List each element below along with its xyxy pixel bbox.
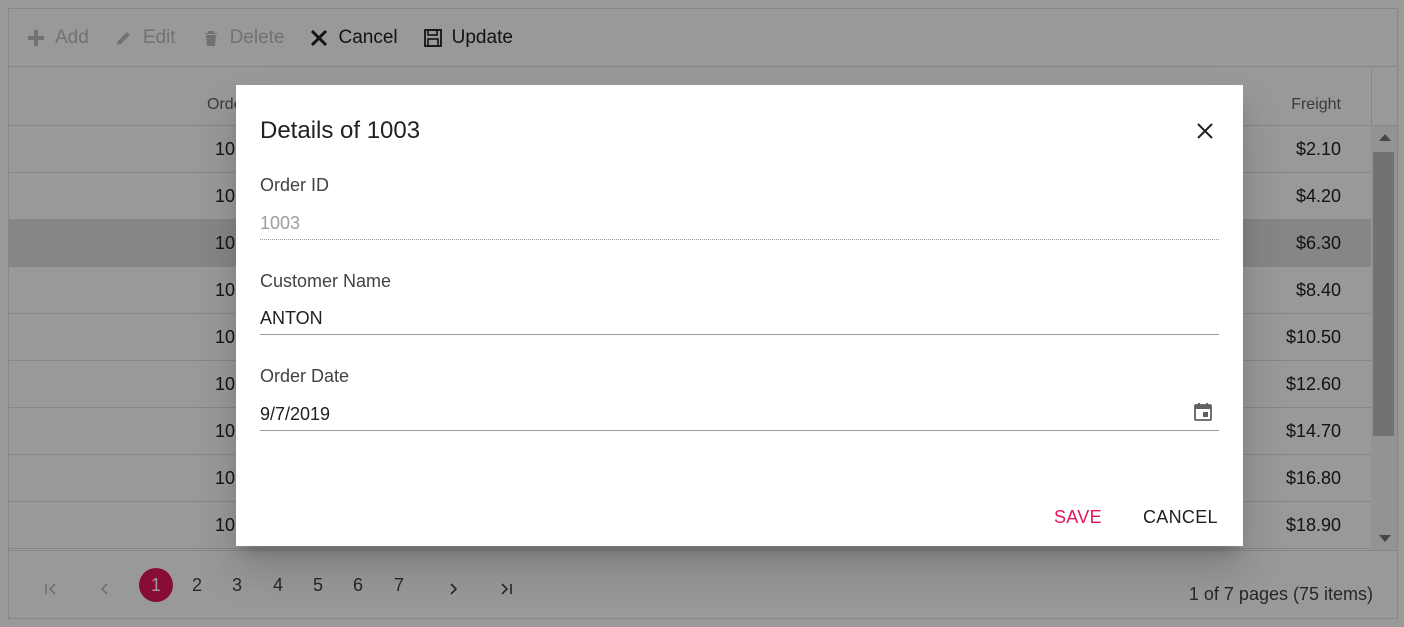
order-date-label: Order Date bbox=[260, 366, 350, 386]
order-id-field[interactable] bbox=[260, 208, 1219, 240]
edit-dialog: Details of 1003 Order ID Customer Name O… bbox=[236, 85, 1243, 546]
calendar-icon[interactable] bbox=[1191, 400, 1215, 424]
customer-name-label: Customer Name bbox=[260, 271, 392, 291]
close-icon[interactable] bbox=[1193, 119, 1217, 143]
order-id-label: Order ID bbox=[260, 175, 330, 195]
dialog-title: Details of 1003 bbox=[260, 117, 421, 144]
customer-name-field[interactable] bbox=[260, 303, 1219, 335]
save-button[interactable]: SAVE bbox=[1054, 507, 1102, 528]
order-date-field[interactable] bbox=[260, 399, 1219, 431]
cancel-button[interactable]: CANCEL bbox=[1143, 507, 1218, 528]
